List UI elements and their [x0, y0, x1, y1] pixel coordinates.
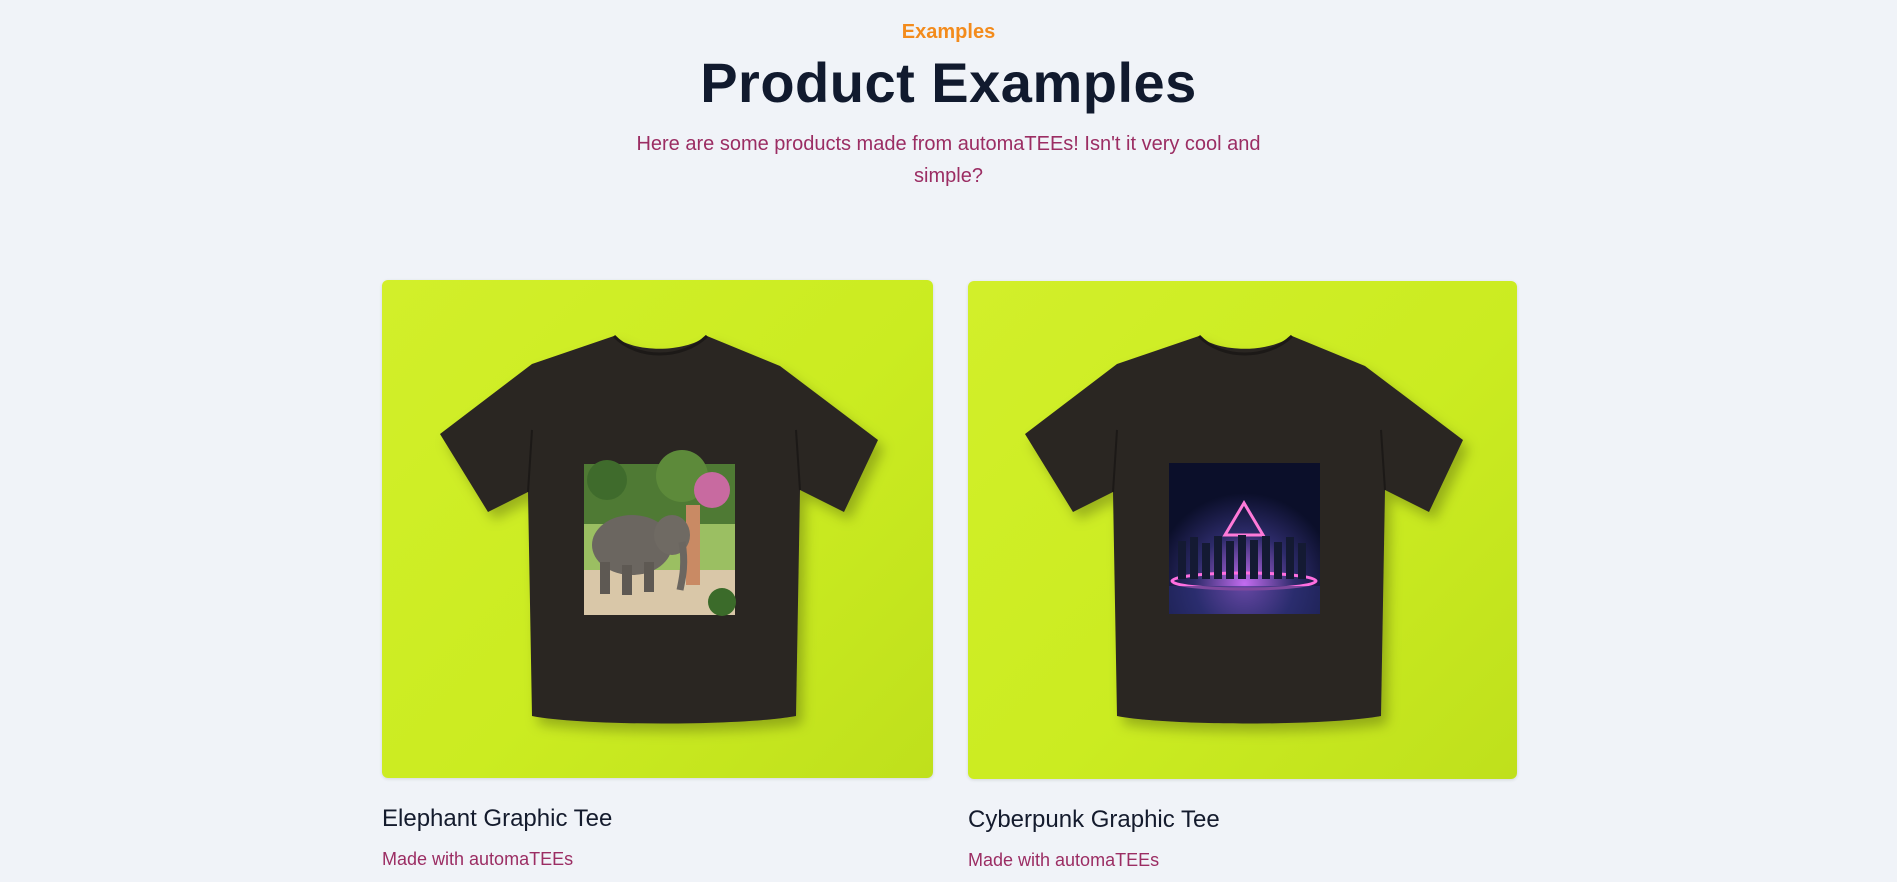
product-title[interactable]: Elephant Graphic Tee — [382, 804, 933, 834]
product-image[interactable] — [968, 281, 1517, 779]
section-subtitle: Here are some products made from automaT… — [636, 133, 1261, 187]
product-title[interactable]: Cyberpunk Graphic Tee — [968, 805, 1517, 835]
cyberpunk-print — [1169, 463, 1320, 614]
product-card-cyberpunk[interactable]: Cyberpunk Graphic Tee Made with automaTE… — [968, 281, 1517, 871]
product-image[interactable] — [382, 280, 933, 778]
product-subtitle: Made with automaTEEs — [382, 849, 574, 869]
page-title: Product Examples — [700, 51, 1197, 114]
tshirt-mockup — [440, 334, 878, 724]
product-card-elephant[interactable]: Elephant Graphic Tee Made with automaTEE… — [382, 280, 933, 870]
elephant-print — [584, 450, 736, 616]
product-subtitle: Made with automaTEEs — [968, 850, 1160, 870]
section-eyebrow: Examples — [901, 21, 996, 43]
tshirt-mockup — [1025, 334, 1463, 724]
product-examples-page: Examples Product Examples Here are some … — [0, 0, 1897, 882]
